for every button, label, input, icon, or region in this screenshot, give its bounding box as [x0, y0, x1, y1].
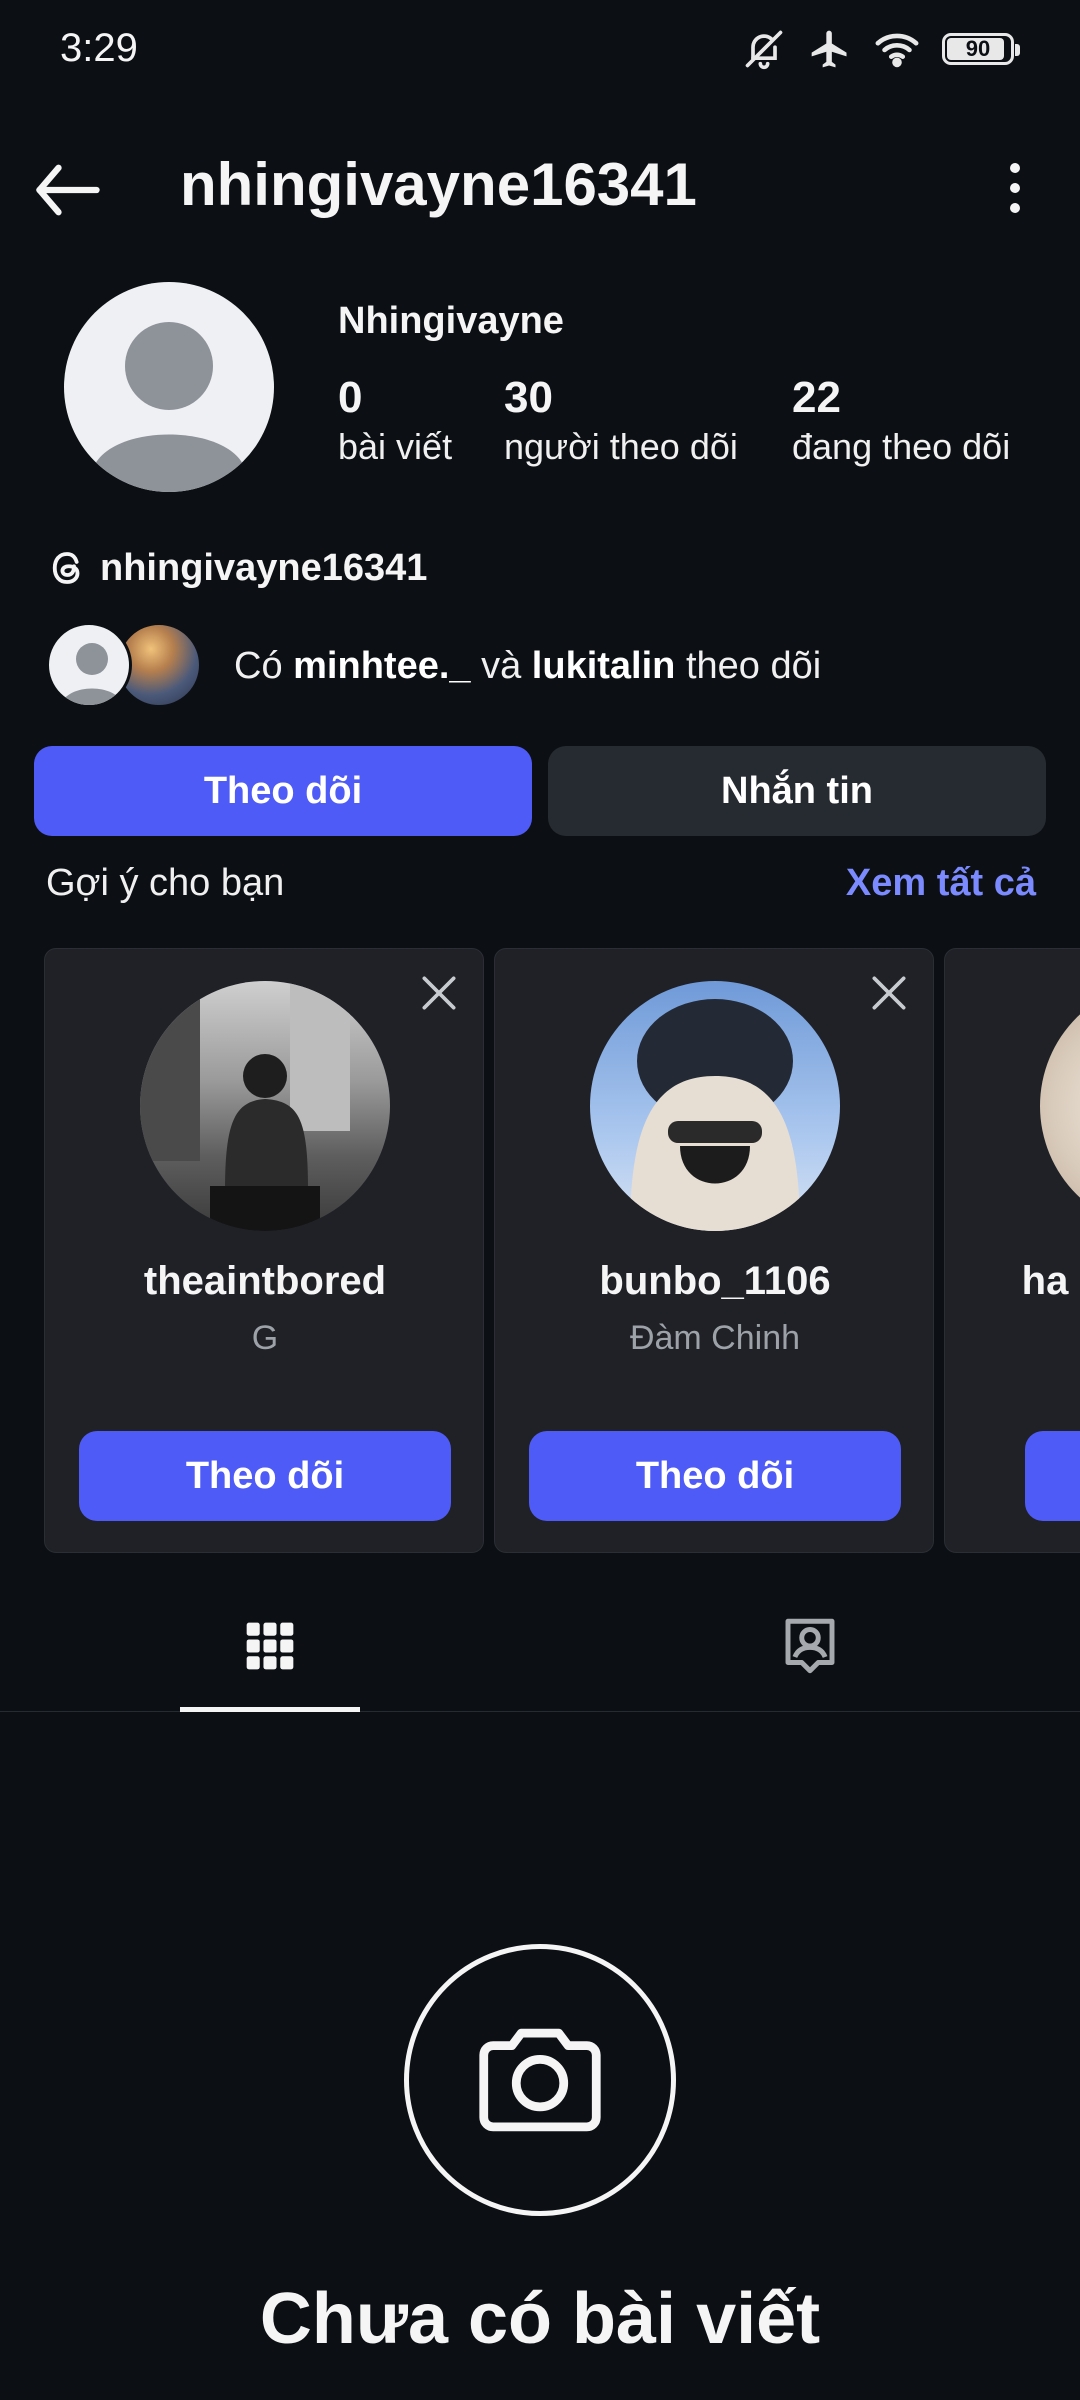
suggestion-avatar[interactable]	[140, 981, 390, 1231]
status-icons: 90	[742, 24, 1020, 74]
follow-button[interactable]: Theo dõi	[34, 746, 532, 836]
empty-state-icon	[404, 1944, 676, 2216]
more-options-button[interactable]	[980, 150, 1050, 226]
suggestion-follow-button[interactable]: Theo dõi	[79, 1431, 451, 1521]
mutual-user-1: minhtee._	[293, 644, 471, 687]
stat-following[interactable]: 22 đang theo dõi	[792, 372, 1010, 470]
threads-handle: nhingivayne16341	[100, 546, 428, 589]
suggestion-avatar[interactable]	[590, 981, 840, 1231]
tab-grid[interactable]	[0, 1582, 540, 1710]
mutual-avatar	[46, 622, 132, 708]
page-title: nhingivayne16341	[180, 151, 697, 218]
stat-posts[interactable]: 0 bài viết	[338, 372, 452, 470]
stat-label: người theo dõi	[504, 426, 738, 467]
threads-badge[interactable]: nhingivayne16341	[46, 540, 427, 596]
message-button[interactable]: Nhắn tin	[548, 746, 1046, 836]
suggestions-header: Gợi ý cho bạn Xem tất cả	[46, 862, 1036, 912]
battery-icon: 90	[942, 33, 1020, 65]
suggestion-username: theaintbored	[143, 1259, 387, 1303]
mute-bell-icon	[745, 30, 783, 70]
suggestion-username: bunbo_1106	[599, 1259, 831, 1303]
camera-icon	[479, 2028, 601, 2132]
tab-tagged[interactable]	[540, 1582, 1080, 1710]
status-time: 3:29	[60, 26, 138, 70]
battery-level: 90	[965, 36, 991, 61]
mutual-avatars	[46, 622, 206, 710]
suggestion-subtitle: G	[251, 1319, 279, 1357]
profile-avatar[interactable]	[64, 282, 274, 492]
stat-label: đang theo dõi	[792, 426, 1011, 467]
airplane-icon	[811, 30, 847, 68]
suggestion-follow-button[interactable]: Theo dõi	[529, 1431, 901, 1521]
empty-state-title: Chưa có bài viết	[259, 2279, 821, 2359]
threads-icon	[52, 552, 80, 584]
suggestion-subtitle: Đàm Chinh	[629, 1319, 801, 1357]
suggestion-card-partial[interactable]: ha	[944, 948, 1080, 1553]
suggestion-avatar[interactable]	[1040, 981, 1080, 1231]
stat-value: 22	[792, 373, 841, 422]
stat-value: 0	[338, 373, 363, 422]
suggestion-follow-button[interactable]	[1025, 1431, 1080, 1521]
mutual-followers[interactable]: Có minhtee._ và lukitalin theo dõi	[46, 622, 821, 710]
content-tabs	[0, 1582, 1080, 1712]
status-bar: 3:29 90	[0, 0, 1080, 100]
more-dot	[1010, 163, 1020, 173]
back-arrow-icon	[36, 164, 100, 216]
grid-icon	[246, 1622, 294, 1670]
suggestion-card[interactable]: theaintbored G Theo dõi	[44, 948, 484, 1553]
tagged-person-icon	[785, 1618, 835, 1674]
mutual-text: Có minhtee._ và lukitalin theo dõi	[234, 644, 822, 687]
close-icon[interactable]	[867, 971, 911, 1015]
stat-followers[interactable]: 30 người theo dõi	[504, 372, 738, 470]
active-tab-indicator	[180, 1707, 360, 1712]
see-all-link[interactable]: Xem tất cả	[846, 862, 1036, 905]
wifi-icon	[875, 33, 919, 68]
display-name: Nhingivayne	[338, 300, 564, 342]
close-icon[interactable]	[417, 971, 461, 1015]
profile-header: nhingivayne16341	[0, 130, 1080, 240]
suggestions-title: Gợi ý cho bạn	[46, 862, 285, 904]
profile-actions: Theo dõi Nhắn tin	[34, 746, 1046, 836]
mutual-user-2: lukitalin	[531, 644, 676, 687]
suggestion-card[interactable]: bunbo_1106 Đàm Chinh Theo dõi	[494, 948, 934, 1553]
more-dot	[1010, 183, 1020, 193]
stat-value: 30	[504, 373, 553, 422]
more-dot	[1010, 203, 1020, 213]
stat-label: bài viết	[338, 426, 453, 467]
default-avatar-icon	[92, 322, 246, 492]
suggestion-username: ha	[1021, 1259, 1069, 1303]
back-button[interactable]	[30, 152, 106, 228]
suggestions-carousel[interactable]: theaintbored G Theo dõi bunbo_1106 Đàm C…	[44, 948, 1080, 1553]
